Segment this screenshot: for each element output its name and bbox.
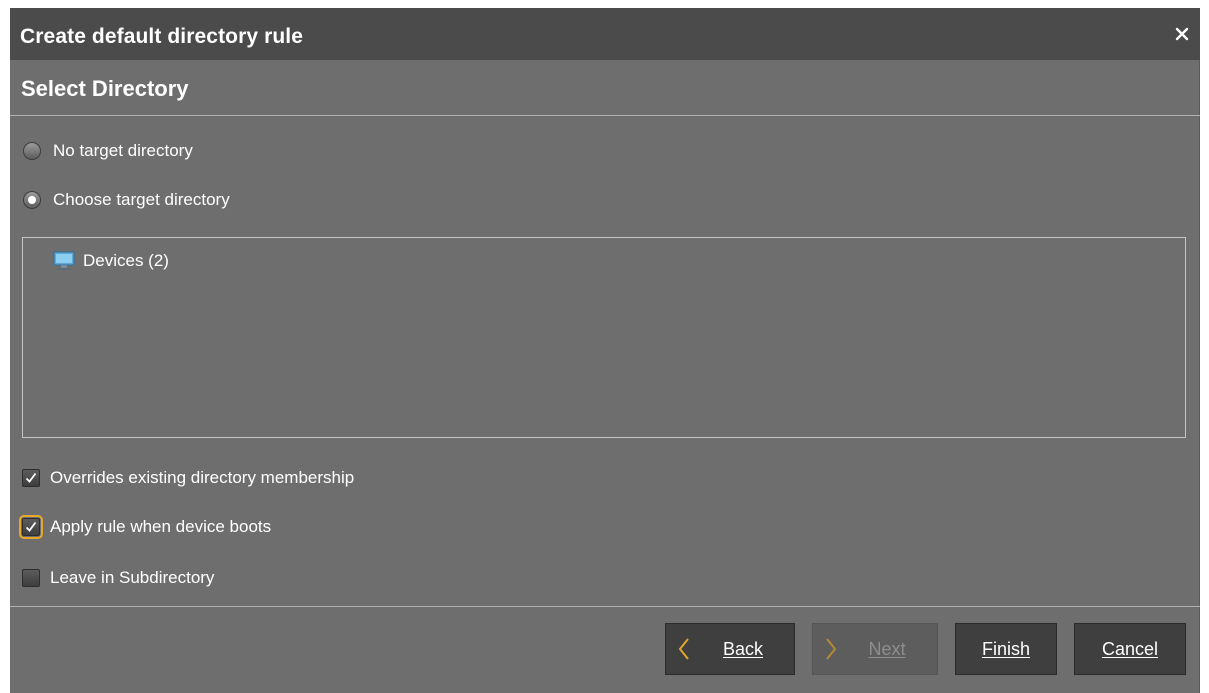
checkbox-checked[interactable] [19, 515, 43, 539]
section-title: Select Directory [21, 76, 189, 101]
checkmark-icon [25, 521, 37, 532]
radio-choose-target-directory[interactable]: Choose target directory [23, 188, 230, 212]
check-overrides-membership[interactable]: Overrides existing directory membership [22, 466, 354, 490]
radio-button[interactable] [23, 142, 41, 160]
back-label: Back [722, 638, 764, 659]
section-header: Select Directory [10, 60, 1200, 116]
radio-label: No target directory [53, 141, 193, 160]
cancel-button[interactable]: Cancel [1074, 623, 1186, 675]
close-icon [1175, 27, 1189, 41]
radio-button-selected[interactable] [23, 191, 41, 209]
checkmark-icon [25, 472, 37, 483]
check-leave-in-subdirectory[interactable]: Leave in Subdirectory [22, 566, 214, 590]
checkbox-checked[interactable] [22, 469, 40, 487]
radio-label: Choose target directory [53, 190, 230, 209]
chevron-right-icon [826, 638, 837, 660]
chevron-left-icon [678, 638, 689, 660]
monitor-icon [53, 251, 75, 270]
close-button[interactable] [1170, 22, 1194, 46]
tree-item-devices[interactable]: Devices (2) [53, 248, 169, 274]
cancel-label: Cancel [1101, 638, 1159, 659]
radio-no-target-directory[interactable]: No target directory [23, 139, 193, 163]
checkbox-unchecked[interactable] [22, 569, 40, 587]
next-label: Next [868, 638, 906, 659]
back-button[interactable]: Back [665, 623, 795, 675]
tree-item-label: Devices (2) [83, 251, 169, 270]
finish-button[interactable]: Finish [955, 623, 1057, 675]
footer-divider [10, 606, 1200, 607]
checkbox-label: Apply rule when device boots [50, 517, 272, 536]
create-directory-rule-dialog: Create default directory rule Select Dir… [10, 8, 1200, 693]
dialog-title: Create default directory rule [20, 25, 303, 48]
checkbox-label: Overrides existing directory membership [50, 468, 355, 487]
next-button[interactable]: Next [812, 623, 938, 675]
dialog-titlebar: Create default directory rule [10, 8, 1200, 60]
checkbox-label: Leave in Subdirectory [50, 568, 215, 587]
finish-label: Finish [981, 638, 1030, 659]
check-apply-on-boot[interactable]: Apply rule when device boots [19, 515, 272, 539]
directory-tree[interactable]: Devices (2) [22, 237, 1186, 438]
